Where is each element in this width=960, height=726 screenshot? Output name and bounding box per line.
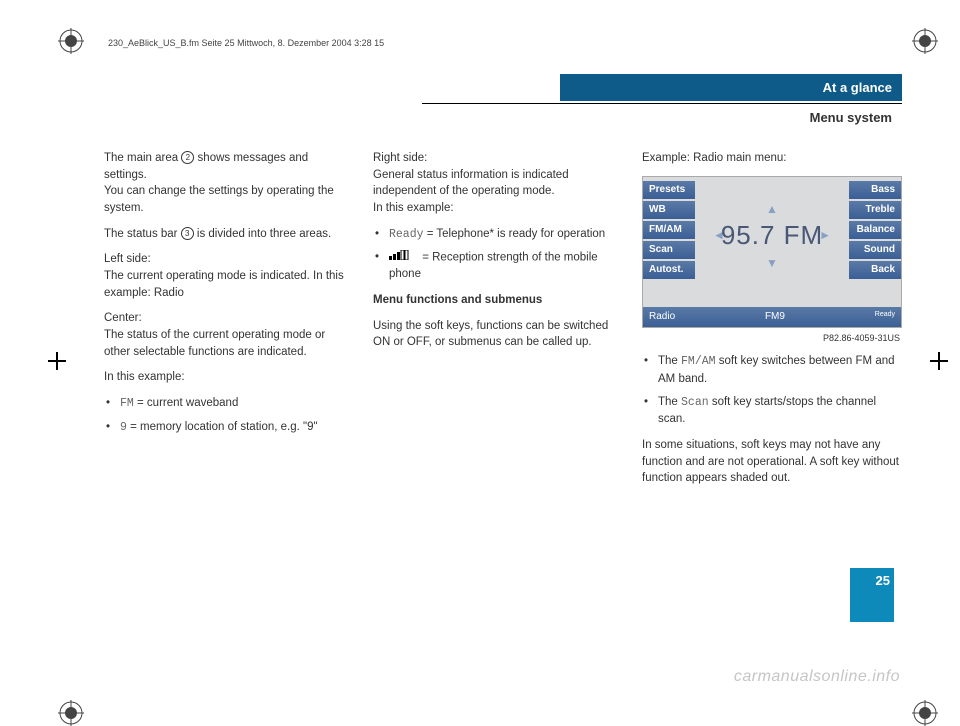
page-number: 25	[876, 573, 890, 588]
label: Center:	[104, 312, 142, 324]
reg-cross-right	[930, 352, 948, 370]
list-item: 9 = memory location of station, e.g. "9"	[104, 419, 347, 437]
code: FM/AM	[681, 355, 716, 368]
arrow-down-icon: ▼	[766, 255, 778, 272]
text: In this example:	[373, 202, 454, 214]
radio-menu-figure: Presets WB FM/AM Scan Autost. Bass Trebl…	[642, 176, 902, 329]
body-text: In this example:	[104, 369, 347, 386]
body-text: Center: The status of the current operat…	[104, 310, 347, 360]
callout-3: 3	[181, 227, 194, 240]
text: = current waveband	[134, 397, 239, 409]
list-item: The FM/AM soft key switches between FM a…	[642, 353, 902, 387]
arrow-up-icon: ▲	[766, 201, 778, 218]
watermark: carmanualsonline.info	[734, 668, 900, 686]
body-text: In some situations, soft keys may not ha…	[642, 437, 902, 487]
softkey-presets: Presets	[643, 181, 695, 200]
code: 9	[120, 421, 127, 434]
text: = Telephone* is ready for operation	[424, 228, 606, 240]
softkey-back: Back	[849, 261, 901, 280]
reg-mark-bl	[58, 700, 84, 726]
column-mid: Right side: General status information i…	[373, 150, 616, 496]
text: The status bar	[104, 228, 181, 240]
status-mode: Radio	[649, 310, 675, 325]
frequency-display: 95.7 FM	[643, 217, 901, 255]
body-text: The main area 2 shows messages and setti…	[104, 150, 347, 217]
softkey-autost: Autost.	[643, 261, 695, 280]
column-right: Example: Radio main menu: Presets WB FM/…	[642, 150, 902, 496]
text: The main area	[104, 152, 181, 164]
text: The	[658, 396, 681, 408]
text: The current operating mode is indicated.…	[104, 270, 344, 299]
print-header: 230_AeBlick_US_B.fm Seite 25 Mittwoch, 8…	[108, 38, 384, 48]
header-rule	[422, 103, 902, 104]
code: Ready	[389, 228, 424, 241]
code: FM	[120, 397, 134, 410]
text: = memory location of station, e.g. "9"	[127, 421, 318, 433]
signal-strength-icon	[389, 249, 419, 266]
section-title: At a glance	[560, 74, 902, 101]
text: General status information is indicated …	[373, 169, 569, 198]
figure-caption: P82.86-4059-31US	[642, 332, 900, 345]
text: is divided into three areas.	[194, 228, 331, 240]
list-item: Ready = Telephone* is ready for operatio…	[373, 226, 616, 244]
list-item: FM = current waveband	[104, 395, 347, 413]
body-text: Example: Radio main menu:	[642, 150, 902, 167]
text: = Reception strength of the mobile phone	[389, 252, 598, 281]
subheading: Menu functions and submenus	[373, 292, 616, 309]
status-center: FM9	[765, 310, 785, 325]
status-bar: Radio FM9 Ready	[643, 307, 901, 328]
reg-mark-tl	[58, 28, 84, 54]
body-text: Using the soft keys, functions can be sw…	[373, 318, 616, 351]
text: You can change the settings by operating…	[104, 185, 334, 214]
list-item: The Scan soft key starts/stops the chann…	[642, 394, 902, 428]
reg-mark-br	[912, 700, 938, 726]
body-text: The status bar 3 is divided into three a…	[104, 226, 347, 243]
reg-mark-tr	[912, 28, 938, 54]
reg-cross-left	[48, 352, 66, 370]
status-ready: Ready	[875, 310, 895, 325]
text: The	[658, 355, 681, 367]
column-left: The main area 2 shows messages and setti…	[104, 150, 347, 496]
label: Left side:	[104, 253, 151, 265]
body-text: Right side: General status information i…	[373, 150, 616, 217]
section-subtitle: Menu system	[560, 106, 902, 125]
list-item: = Reception strength of the mobile phone	[373, 249, 616, 283]
callout-2: 2	[181, 151, 194, 164]
text: The status of the current operating mode…	[104, 329, 325, 358]
body-text: Left side: The current operating mode is…	[104, 251, 347, 301]
softkey-bass: Bass	[849, 181, 901, 200]
code: Scan	[681, 396, 709, 409]
label: Right side:	[373, 152, 427, 164]
